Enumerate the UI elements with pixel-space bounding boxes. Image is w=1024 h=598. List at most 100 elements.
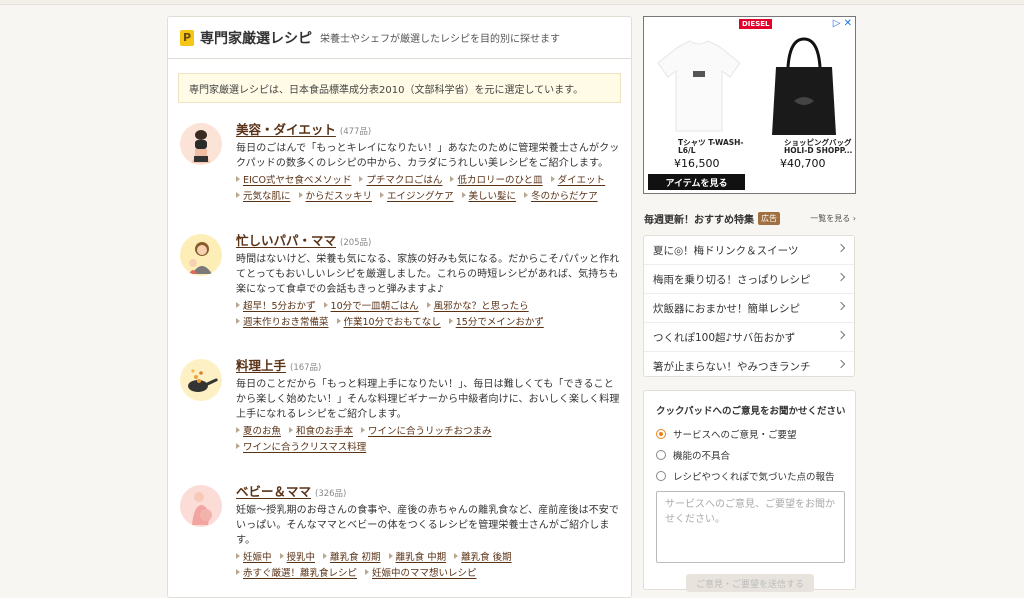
ad-product-price: ¥40,700 [780, 157, 826, 170]
subcategory-link[interactable]: ワインに合うリッチおつまみ [361, 424, 492, 440]
radio-icon[interactable] [656, 471, 666, 481]
source-notice: 専門家厳選レシピは、日本食品標準成分表2010（文部科学省）を元に選定しています… [178, 73, 621, 103]
triangle-right-icon [550, 176, 555, 182]
featured-header: 毎週更新！おすすめ特集 広告 一覧を見る › [644, 210, 856, 226]
triangle-right-icon [524, 192, 529, 198]
triangle-right-icon [236, 553, 240, 559]
triangle-right-icon [236, 318, 240, 324]
subcategory-link[interactable]: 週末作りおき常備菜 [236, 315, 329, 331]
subcategory-link[interactable]: 離乳食 後期 [454, 550, 512, 566]
subcategory-link[interactable]: プチマクロごはん [359, 173, 442, 189]
subcategory-link[interactable]: 離乳食 中期 [388, 550, 446, 566]
submit-feedback-button[interactable]: ご意見・ご要望を送信する [686, 574, 814, 592]
featured-item[interactable]: 梅雨を乗り切る！さっぱりレシピ [644, 265, 854, 294]
category-description: 毎日のごはんで「もっとキレイになりたい！」あなたのために管理栄養士さんがクックパ… [236, 143, 620, 169]
subcategory-link[interactable]: 10分で一皿朝ごはん [323, 299, 419, 315]
triangle-right-icon [323, 553, 328, 559]
view-item-button[interactable]: アイテムを見る [648, 174, 745, 190]
panel-header: P 専門家厳選レシピ 栄養士やシェフが厳選したレシピを目的別に探せます [168, 17, 631, 59]
triangle-right-icon [361, 427, 366, 433]
subcategory-link[interactable]: からだスッキリ [298, 189, 372, 205]
subcategory-link[interactable]: 15分でメインおかず [448, 315, 544, 331]
category-title[interactable]: ベビー＆ママ [236, 481, 311, 500]
page-title: 専門家厳選レシピ [200, 30, 312, 47]
category-count: (477品) [339, 127, 372, 137]
triangle-right-icon [279, 553, 284, 559]
chevron-right-icon [836, 301, 846, 311]
featured-item[interactable]: 夏に◎！梅ドリンク＆スイーツ [644, 236, 854, 265]
chevron-right-icon [836, 272, 846, 282]
woman-fitness-icon [180, 123, 222, 165]
premium-p-icon: P [180, 29, 194, 46]
subcategory-link[interactable]: 夏のお魚 [236, 424, 281, 440]
triangle-right-icon [236, 192, 240, 198]
subcategory-link[interactable]: 冬のからだケア [524, 189, 598, 205]
triangle-right-icon [359, 176, 364, 182]
ad-choices-icon[interactable]: ▷ ✕ [833, 18, 852, 29]
category-links: 超早！5分おかず 10分で一皿朝ごはん 風邪かな？と思ったら 週末作りおき常備菜 作業… [236, 299, 621, 331]
ad-product-price: ¥16,500 [674, 157, 720, 170]
feedback-option-service[interactable]: サービスへのご意見・ご要望 [656, 427, 797, 441]
subcategory-link[interactable]: 授乳中 [279, 550, 315, 566]
pregnant-woman-icon [180, 485, 222, 527]
subcategory-link[interactable]: 妊娠中のママ想いレシピ [365, 566, 477, 582]
shopping-bag-image[interactable] [754, 31, 854, 139]
subcategory-link[interactable]: 美しい髪に [461, 189, 516, 205]
feedback-option-bug[interactable]: 機能の不具合 [656, 448, 730, 462]
featured-item[interactable]: つくれぽ100超♪サバ缶おかず [644, 323, 854, 352]
triangle-right-icon [454, 553, 459, 559]
subcategory-link[interactable]: ワインに合うクリスマス料理 [236, 440, 366, 456]
triangle-right-icon [426, 302, 431, 308]
parent-child-icon [180, 234, 222, 276]
triangle-right-icon [336, 318, 341, 324]
page-subtitle: 栄養士やシェフが厳選したレシピを目的別に探せます [320, 34, 560, 45]
radio-icon[interactable] [656, 450, 666, 460]
subcategory-link[interactable]: 超早！5分おかず [236, 299, 316, 315]
feedback-option-report[interactable]: レシピやつくれぽで気づいた点の報告 [656, 469, 835, 483]
subcategory-link[interactable]: 和食のお手本 [289, 424, 353, 440]
brand-logo: DIESEL [739, 19, 773, 29]
category-title[interactable]: 忙しいパパ・ママ [236, 230, 336, 249]
category-title[interactable]: 美容・ダイエット [236, 119, 336, 138]
featured-title: 毎週更新！おすすめ特集 [644, 214, 754, 226]
category-description: 時間はないけど、栄養も気になる、家族の好みも気になる。だからこそパパッと作れてと… [236, 254, 620, 295]
feedback-title: クックパッドへのご意見をお聞かせください [656, 406, 846, 417]
top-bar [0, 0, 1024, 5]
triangle-right-icon [365, 569, 370, 575]
subcategory-link[interactable]: 低カロリーのひと皿 [450, 173, 543, 189]
subcategory-link[interactable]: 元気な肌に [236, 189, 291, 205]
triangle-right-icon [461, 192, 466, 198]
featured-item[interactable]: 炊飯器におまかせ！簡単レシピ [644, 294, 854, 323]
category-description: 毎日のことだから「もっと料理上手になりたい！」、毎日は難しくても「できることから… [236, 379, 620, 420]
subcategory-link[interactable]: 風邪かな？と思ったら [426, 299, 529, 315]
featured-item[interactable]: 箸が止まらない！やみつきランチ [644, 352, 854, 380]
tshirt-image[interactable] [648, 33, 751, 139]
triangle-right-icon [236, 443, 240, 449]
subcategory-link[interactable]: ダイエット [550, 173, 605, 189]
ad-product-name[interactable]: ショッピングバッグ HOLI-D SHOPP... [784, 139, 854, 155]
radio-selected-icon[interactable] [656, 429, 666, 439]
subcategory-link[interactable]: 離乳食 初期 [323, 550, 381, 566]
chevron-right-icon [836, 243, 846, 253]
category-links: 夏のお魚 和食のお手本 ワインに合うリッチおつまみ ワインに合うクリスマス料理 [236, 424, 621, 456]
display-ad[interactable]: DIESEL ▷ ✕ Tシャツ T-WASH-L6/L ¥16,500 ショッピ… [643, 16, 856, 194]
expert-recipes-panel: P 専門家厳選レシピ 栄養士やシェフが厳選したレシピを目的別に探せます 専門家厳… [167, 16, 632, 598]
triangle-right-icon [236, 302, 240, 308]
feedback-textarea[interactable] [656, 491, 845, 563]
feedback-form: クックパッドへのご意見をお聞かせください サービスへのご意見・ご要望 機能の不具… [643, 390, 856, 592]
ad-product-name[interactable]: Tシャツ T-WASH-L6/L [678, 139, 748, 155]
category-links: EICO式ヤセ食べメソッド プチマクロごはん 低カロリーのひと皿 ダイエット 元気な肌… [236, 173, 621, 205]
featured-list: 夏に◎！梅ドリンク＆スイーツ 梅雨を乗り切る！さっぱりレシピ 炊飯器におまかせ！… [643, 235, 855, 377]
subcategory-link[interactable]: 作業10分でおもてなし [336, 315, 441, 331]
subcategory-link[interactable]: EICO式ヤセ食べメソッド [236, 173, 351, 189]
subcategory-link[interactable]: 赤すぐ厳選！離乳食レシピ [236, 566, 357, 582]
category-count: (326品) [315, 489, 347, 499]
triangle-right-icon [236, 427, 240, 433]
triangle-right-icon [289, 427, 294, 433]
frying-pan-icon [180, 359, 222, 401]
see-all-link[interactable]: 一覧を見る › [810, 213, 856, 224]
category-links: 妊娠中 授乳中 離乳食 初期 離乳食 中期 離乳食 後期 赤すぐ厳選！離乳食レシピ 妊娠中… [236, 550, 621, 582]
subcategory-link[interactable]: エイジングケア [380, 189, 454, 205]
category-title[interactable]: 料理上手 [236, 355, 286, 374]
subcategory-link[interactable]: 妊娠中 [236, 550, 272, 566]
